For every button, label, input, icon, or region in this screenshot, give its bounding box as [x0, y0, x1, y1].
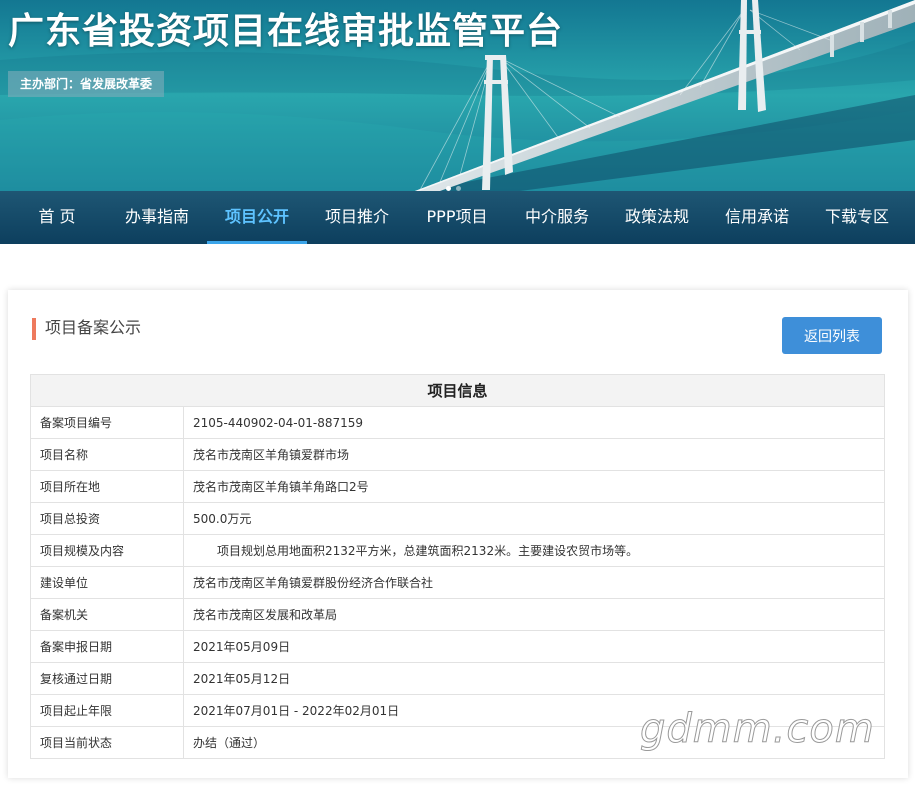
- row-label: 项目当前状态: [30, 726, 184, 759]
- row-value: 2105-440902-04-01-887159: [183, 406, 885, 439]
- back-to-list-button[interactable]: 返回列表: [782, 317, 882, 354]
- site-title: 广东省投资项目在线审批监管平台: [8, 11, 564, 52]
- row-label: 项目所在地: [30, 470, 184, 503]
- table-header-row: 项目信息: [30, 374, 885, 407]
- table-row: 备案机关 茂名市茂南区发展和改革局: [30, 598, 885, 631]
- row-label: 复核通过日期: [30, 662, 184, 695]
- main-nav: 首 页 办事指南 项目公开 项目推介 PPP项目 中介服务 政策法规 信用承诺 …: [0, 191, 915, 244]
- project-info-table: 项目信息 备案项目编号 2105-440902-04-01-887159 项目名…: [30, 374, 885, 759]
- row-value: 2021年05月09日: [183, 630, 885, 663]
- row-value: 茂名市茂南区发展和改革局: [183, 598, 885, 631]
- table-row: 备案项目编号 2105-440902-04-01-887159: [30, 406, 885, 439]
- row-label: 备案申报日期: [30, 630, 184, 663]
- row-value: 茂名市茂南区羊角镇爱群市场: [183, 438, 885, 471]
- nav-item-home[interactable]: 首 页: [7, 191, 107, 244]
- row-label: 项目起止年限: [30, 694, 184, 727]
- row-value: 2021年05月12日: [183, 662, 885, 695]
- section-title: 项目备案公示: [45, 318, 142, 337]
- table-row: 建设单位 茂名市茂南区羊角镇爱群股份经济合作联合社: [30, 566, 885, 599]
- nav-item-downloads[interactable]: 下载专区: [807, 191, 907, 244]
- table-row: 项目名称 茂名市茂南区羊角镇爱群市场: [30, 438, 885, 471]
- host-department-badge: 主办部门：省发展改革委: [8, 71, 165, 97]
- table-row: 复核通过日期 2021年05月12日: [30, 662, 885, 695]
- table-row: 项目所在地 茂名市茂南区羊角镇羊角路口2号: [30, 470, 885, 503]
- table-row: 项目规模及内容 项目规划总用地面积2132平方米，总建筑面积2132米。主要建设…: [30, 534, 885, 567]
- section-accent-bar: [32, 318, 36, 340]
- nav-item-agency-service[interactable]: 中介服务: [507, 191, 607, 244]
- row-value: 茂名市茂南区羊角镇爱群股份经济合作联合社: [183, 566, 885, 599]
- nav-item-policy[interactable]: 政策法规: [607, 191, 707, 244]
- nav-item-guide[interactable]: 办事指南: [107, 191, 207, 244]
- row-label: 项目总投资: [30, 502, 184, 535]
- row-label: 备案机关: [30, 598, 184, 631]
- nav-item-ppp[interactable]: PPP项目: [407, 191, 507, 244]
- table-row: 项目总投资 500.0万元: [30, 502, 885, 535]
- row-value: 茂名市茂南区羊角镇羊角路口2号: [183, 470, 885, 503]
- record-card: 项目备案公示 返回列表 项目信息 备案项目编号 2105-440902-04-0…: [8, 290, 908, 778]
- nav-item-project-promotion[interactable]: 项目推介: [307, 191, 407, 244]
- nav-item-project-public[interactable]: 项目公开: [207, 191, 307, 244]
- nav-item-credit[interactable]: 信用承诺: [707, 191, 807, 244]
- row-label: 备案项目编号: [30, 406, 184, 439]
- table-row: 备案申报日期 2021年05月09日: [30, 630, 885, 663]
- row-label: 项目规模及内容: [30, 534, 184, 567]
- row-value: 500.0万元: [183, 502, 885, 535]
- row-value: 项目规划总用地面积2132平方米，总建筑面积2132米。主要建设农贸市场等。: [183, 534, 885, 567]
- row-label: 建设单位: [30, 566, 184, 599]
- header-banner: 广东省投资项目在线审批监管平台 主办部门：省发展改革委: [0, 0, 915, 191]
- table-header: 项目信息: [30, 374, 885, 407]
- row-label: 项目名称: [30, 438, 184, 471]
- site-watermark: gdmm.com: [640, 706, 875, 753]
